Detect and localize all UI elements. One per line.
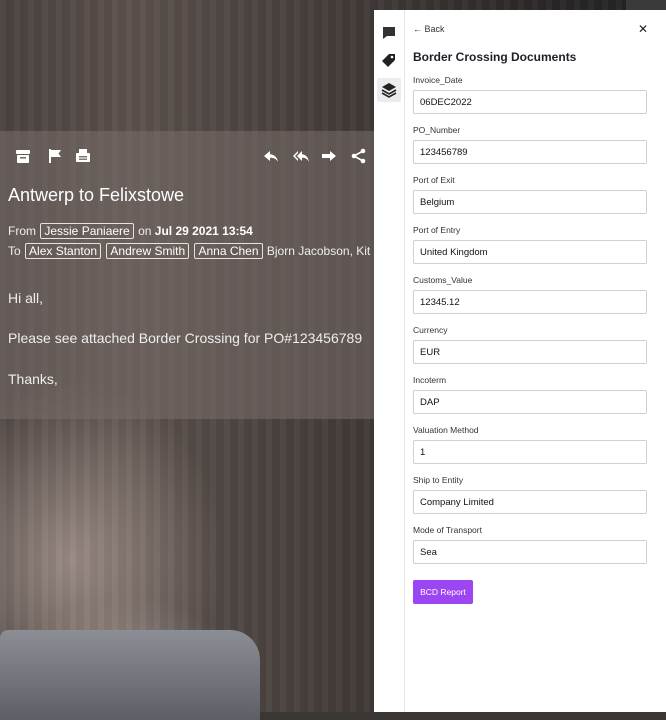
from-label: From	[8, 224, 36, 238]
print-icon[interactable]	[74, 147, 92, 165]
currency-field[interactable]: EUR	[413, 340, 647, 364]
email-date: Jul 29 2021 13:54	[154, 224, 253, 238]
to-label: To	[8, 244, 21, 258]
field-label-port-of-entry: Port of Entry	[413, 225, 461, 235]
field-label-incoterm: Incoterm	[413, 375, 447, 385]
field-label-mode-of-transport: Mode of Transport	[413, 525, 482, 535]
tag-icon[interactable]	[380, 52, 398, 70]
customs-value-field[interactable]: 12345.12	[413, 290, 647, 314]
email-toolbar	[0, 131, 374, 179]
ship-to-entity-field[interactable]: Company Limited	[413, 490, 647, 514]
layers-icon[interactable]	[377, 78, 401, 102]
reply-icon[interactable]	[262, 147, 280, 165]
on-label: on	[138, 224, 152, 238]
recipient-chip[interactable]: Alex Stanton	[25, 243, 102, 259]
flag-icon[interactable]	[46, 147, 64, 165]
email-body-line: Hi all,	[8, 290, 44, 306]
email-from-line: From Jessie Paniaere on Jul 29 2021 13:5…	[8, 223, 253, 239]
sender-chip[interactable]: Jessie Paniaere	[40, 223, 134, 239]
email-view: Antwerp to Felixstowe From Jessie Paniae…	[0, 131, 374, 419]
bcd-report-button[interactable]: BCD Report	[413, 580, 473, 604]
field-label-ship-to-entity: Ship to Entity	[413, 475, 464, 485]
background-laptop	[0, 630, 260, 720]
back-link[interactable]: ← Back	[413, 24, 445, 34]
close-icon[interactable]: ✕	[638, 22, 648, 36]
invoice-date-field[interactable]: 06DEC2022	[413, 90, 647, 114]
port-of-entry-field[interactable]: United Kingdom	[413, 240, 647, 264]
chat-icon[interactable]	[380, 24, 398, 42]
panel-rail	[374, 10, 405, 712]
email-body-line: Thanks,	[8, 371, 58, 387]
panel-title: Border Crossing Documents	[413, 50, 577, 64]
field-label-port-of-exit: Port of Exit	[413, 175, 455, 185]
recipient-chip[interactable]: Andrew Smith	[106, 243, 190, 259]
email-to-line: To Alex Stanton Andrew Smith Anna Chen B…	[8, 243, 370, 259]
field-label-invoice-date: Invoice_Date	[413, 75, 463, 85]
forward-icon[interactable]	[320, 147, 338, 165]
email-subject: Antwerp to Felixstowe	[8, 185, 185, 205]
field-label-valuation-method: Valuation Method	[413, 425, 479, 435]
valuation-method-field[interactable]: 1	[413, 440, 647, 464]
email-body-line: Please see attached Border Crossing for …	[8, 330, 363, 346]
field-label-currency: Currency	[413, 325, 448, 335]
port-of-exit-field[interactable]: Belgium	[413, 190, 647, 214]
mode-of-transport-field[interactable]: Sea	[413, 540, 647, 564]
side-panel: ← Back ✕ Border Crossing Documents Invoi…	[374, 10, 666, 712]
recipient-chip[interactable]: Anna Chen	[194, 243, 263, 259]
reply-all-icon[interactable]	[292, 147, 310, 165]
po-number-field[interactable]: 123456789	[413, 140, 647, 164]
panel-content: ← Back ✕ Border Crossing Documents Invoi…	[405, 10, 666, 712]
incoterm-field[interactable]: DAP	[413, 390, 647, 414]
field-label-po-number: PO_Number	[413, 125, 461, 135]
share-icon[interactable]	[350, 147, 368, 165]
archive-icon[interactable]	[14, 147, 32, 165]
field-label-customs-value: Customs_Value	[413, 275, 473, 285]
more-recipients: Bjorn Jacobson, Kit	[266, 244, 371, 258]
